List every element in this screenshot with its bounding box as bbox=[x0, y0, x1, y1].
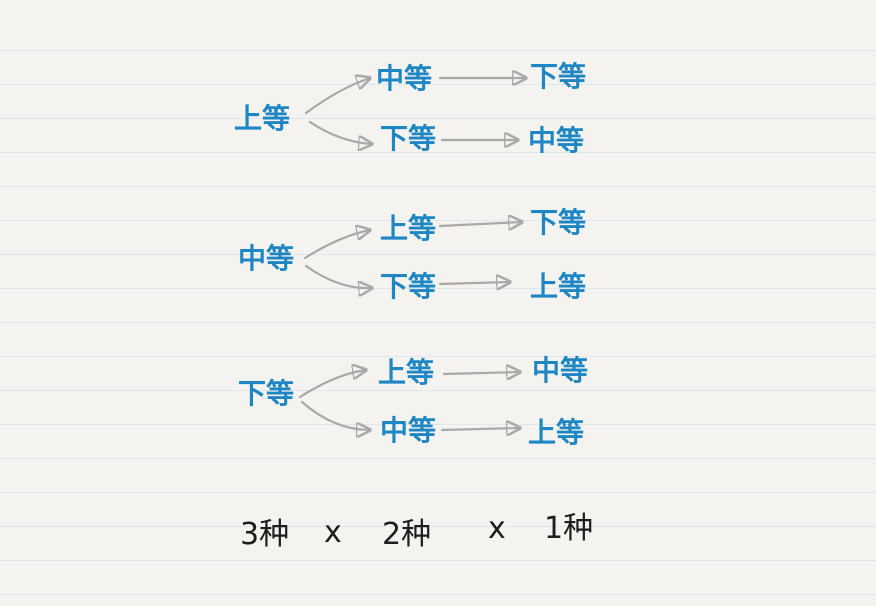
notebook-page: 上等 中等 下等 下等 中等 中等 上等 下等 下等 上等 下等 上等 中等 中… bbox=[0, 0, 876, 606]
third-arrow bbox=[440, 428, 520, 430]
branch-arrow bbox=[298, 370, 366, 399]
third-node: 上等 bbox=[528, 416, 584, 449]
second-node: 中等 bbox=[376, 62, 432, 95]
branch-arrow bbox=[308, 120, 372, 144]
formula-multiply-2: x bbox=[488, 511, 506, 546]
third-node: 下等 bbox=[530, 60, 586, 93]
second-node: 中等 bbox=[380, 414, 436, 447]
third-arrow bbox=[438, 282, 510, 284]
count-formula: 3种 x 2种 x 1种 bbox=[240, 511, 593, 552]
third-arrow bbox=[438, 222, 522, 226]
branch-arrow bbox=[304, 264, 372, 288]
permutation-tree-diagram: 上等 中等 下等 下等 中等 中等 上等 下等 下等 上等 下等 上等 中等 中… bbox=[234, 60, 593, 552]
third-node: 中等 bbox=[528, 124, 584, 157]
root-node: 上等 bbox=[234, 102, 290, 135]
formula-multiply-1: x bbox=[324, 515, 342, 550]
second-node: 上等 bbox=[380, 212, 436, 245]
branch-arrow bbox=[300, 400, 370, 430]
tree-group-3: 下等 上等 中等 中等 上等 bbox=[238, 354, 588, 449]
third-arrow bbox=[442, 372, 520, 374]
third-node: 上等 bbox=[530, 270, 586, 303]
branch-arrow bbox=[304, 78, 370, 115]
root-node: 下等 bbox=[238, 377, 294, 410]
root-node: 中等 bbox=[238, 242, 294, 275]
tree-group-2: 中等 上等 下等 下等 上等 bbox=[238, 206, 586, 303]
tree-group-1: 上等 中等 下等 下等 中等 bbox=[234, 60, 586, 157]
branch-arrow bbox=[303, 230, 370, 260]
formula-term-3: 1种 bbox=[544, 511, 593, 546]
second-node: 下等 bbox=[380, 122, 436, 155]
formula-term-2: 2种 bbox=[382, 517, 431, 552]
third-node: 下等 bbox=[530, 206, 586, 239]
second-node: 下等 bbox=[380, 270, 436, 303]
formula-term-1: 3种 bbox=[240, 517, 289, 552]
third-node: 中等 bbox=[532, 354, 588, 387]
second-node: 上等 bbox=[378, 356, 434, 389]
